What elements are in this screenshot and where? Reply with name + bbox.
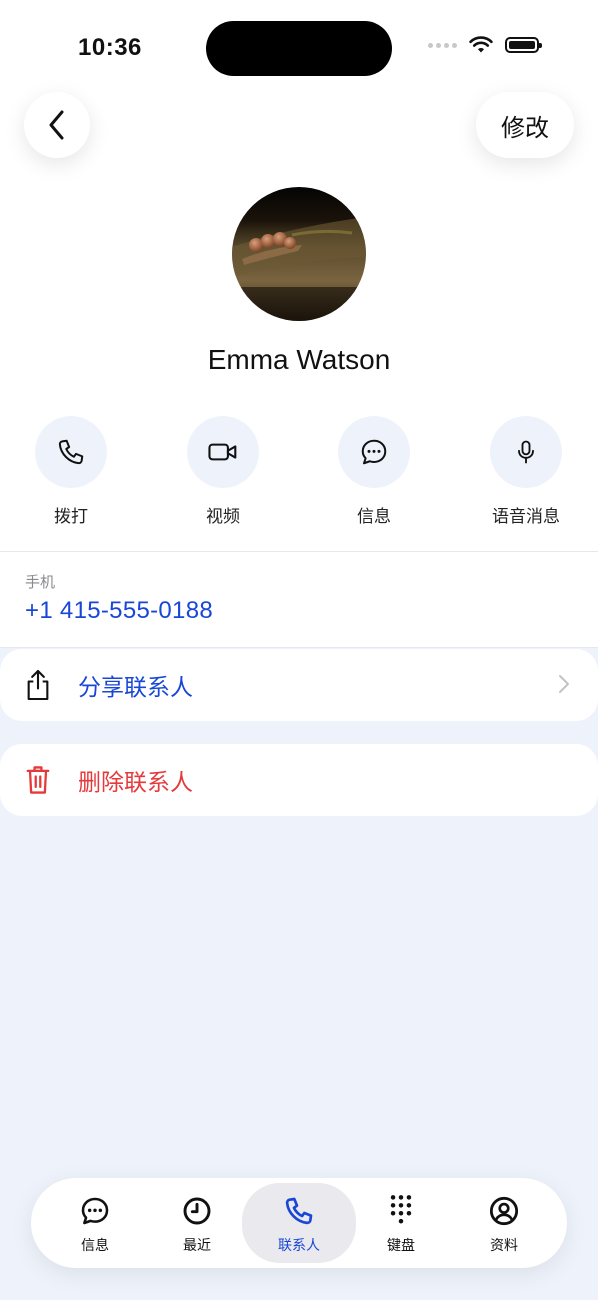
battery-icon <box>505 37 542 53</box>
message-label: 信息 <box>357 507 391 526</box>
message-button[interactable] <box>338 416 410 488</box>
message-action[interactable]: 信息 <box>319 416 429 527</box>
trash-icon <box>26 766 50 794</box>
divider <box>0 647 598 648</box>
phone-icon <box>58 439 84 465</box>
message-icon <box>361 439 387 465</box>
delete-contact-button[interactable]: 删除联系人 <box>0 744 598 816</box>
share-contact-button[interactable]: 分享联系人 <box>0 649 598 721</box>
tab-profile[interactable]: 资料 <box>452 1178 556 1268</box>
status-indicators <box>428 36 542 54</box>
keypad-icon <box>390 1195 412 1224</box>
back-button[interactable] <box>24 92 90 158</box>
tab-messages[interactable]: 信息 <box>43 1178 147 1268</box>
mic-icon <box>518 440 534 464</box>
chevron-right-icon <box>559 675 569 693</box>
video-button[interactable] <box>187 416 259 488</box>
dynamic-island <box>206 21 392 76</box>
tab-label: 资料 <box>490 1237 518 1253</box>
tab-bar: 信息 最近 联系人 键盘 资料 <box>31 1178 567 1268</box>
video-label: 视频 <box>206 507 240 526</box>
wifi-icon <box>469 36 493 53</box>
tab-recents[interactable]: 最近 <box>145 1178 249 1268</box>
call-button[interactable] <box>35 416 107 488</box>
phone-number-link[interactable]: +1 415-555-0188 <box>25 597 213 625</box>
tab-label: 联系人 <box>278 1237 320 1253</box>
contact-name: Emma Watson <box>207 344 391 375</box>
phone-type-label: 手机 <box>25 574 56 591</box>
tab-label: 键盘 <box>387 1237 415 1253</box>
share-icon <box>27 669 49 701</box>
voice-message-action[interactable]: 语音消息 <box>471 416 581 527</box>
video-action[interactable]: 视频 <box>168 416 278 527</box>
profile-icon <box>489 1196 519 1226</box>
tab-keypad[interactable]: 键盘 <box>349 1178 453 1268</box>
tab-label: 最近 <box>183 1237 211 1253</box>
edit-button[interactable]: 修改 <box>476 92 574 158</box>
divider <box>0 551 598 552</box>
share-contact-label: 分享联系人 <box>78 674 193 700</box>
tab-contacts[interactable]: 联系人 <box>242 1183 356 1263</box>
clock-icon <box>183 1197 211 1225</box>
voice-message-label: 语音消息 <box>492 507 560 526</box>
tab-label: 信息 <box>81 1237 109 1253</box>
avatar <box>232 187 366 321</box>
call-label: 拨打 <box>54 507 88 526</box>
phone-icon <box>285 1197 313 1225</box>
video-icon <box>208 443 237 461</box>
status-time: 10:36 <box>78 34 142 61</box>
delete-contact-label: 删除联系人 <box>78 769 193 795</box>
chevron-left-icon <box>49 110 64 140</box>
call-action[interactable]: 拨打 <box>16 416 126 527</box>
voice-message-button[interactable] <box>490 416 562 488</box>
signal-icon <box>428 42 457 48</box>
chat-icon <box>81 1197 109 1225</box>
